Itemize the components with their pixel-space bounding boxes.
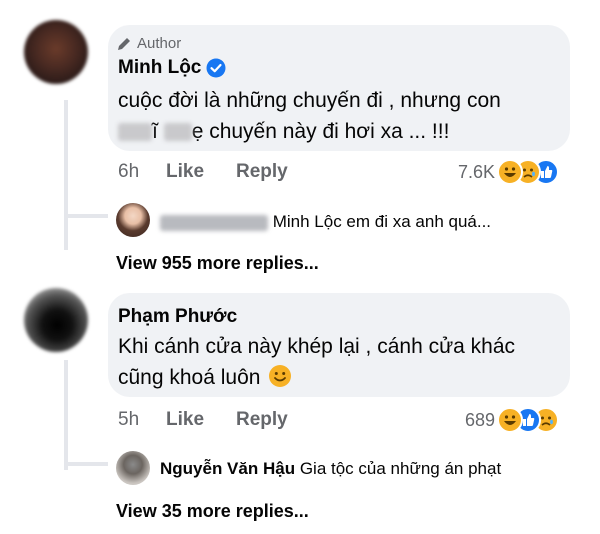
haha-icon[interactable] (497, 407, 523, 433)
thread-line (64, 214, 108, 218)
comment-text-fragment: cũng khoá luôn (118, 366, 261, 389)
comment-timestamp[interactable]: 5h (118, 409, 139, 431)
pencil-icon (118, 37, 130, 50)
thread-line (64, 100, 68, 250)
author-badge: Author (116, 35, 181, 52)
view-more-replies-link[interactable]: View 35 more replies... (116, 501, 309, 522)
commenter-name[interactable]: Phạm Phước (118, 306, 237, 328)
author-badge-label: Author (137, 35, 182, 52)
comment-text-fragment: ẹ chuyến này đi hơi xa ... !!! (191, 120, 450, 143)
comment-text: ĩ ẹ chuyến này đi hơi xa ... !!! (118, 116, 449, 147)
view-more-replies-link[interactable]: View 955 more replies... (116, 253, 319, 274)
avatar[interactable] (24, 288, 88, 352)
reaction-count[interactable]: 689 (440, 410, 495, 431)
commenter-name[interactable]: Minh Lộc (118, 57, 201, 79)
reply-avatar[interactable] (116, 203, 150, 237)
reply-button[interactable]: Reply (236, 409, 288, 431)
haha-icon[interactable] (497, 159, 523, 185)
thread-line (64, 462, 108, 466)
like-button[interactable]: Like (166, 409, 204, 431)
smile-emoji-icon (269, 365, 292, 387)
avatar[interactable] (24, 20, 88, 84)
reply-preview[interactable]: Nguyễn Văn Hậu Gia tộc của những án phạt (160, 459, 501, 479)
reply-preview-text: Minh Lộc em đi xa anh quá... (272, 212, 492, 231)
reply-author-name[interactable]: Nguyễn Văn Hậu (160, 459, 295, 478)
blurred-name (160, 214, 268, 231)
comment-text: Khi cánh cửa này khép lại , cánh cửa khá… (118, 335, 516, 358)
reply-preview[interactable]: Minh Lộc em đi xa anh quá... (160, 212, 491, 232)
reply-button[interactable]: Reply (236, 161, 288, 183)
thread-line (64, 360, 68, 470)
reply-preview-text: Gia tộc của những án phạt (299, 459, 502, 478)
comment-text-fragment: ĩ (152, 120, 158, 143)
reaction-count[interactable]: 7.6K (440, 162, 495, 183)
comment-timestamp[interactable]: 6h (118, 161, 139, 183)
comment-text: cũng khoá luôn (118, 362, 292, 393)
verified-badge-icon (206, 58, 226, 78)
like-button[interactable]: Like (166, 161, 204, 183)
reply-avatar[interactable] (116, 451, 150, 485)
comment-text: cuộc đời là những chuyến đi , nhưng con (118, 89, 501, 112)
blurred-text (163, 123, 192, 142)
blurred-text (118, 123, 152, 142)
